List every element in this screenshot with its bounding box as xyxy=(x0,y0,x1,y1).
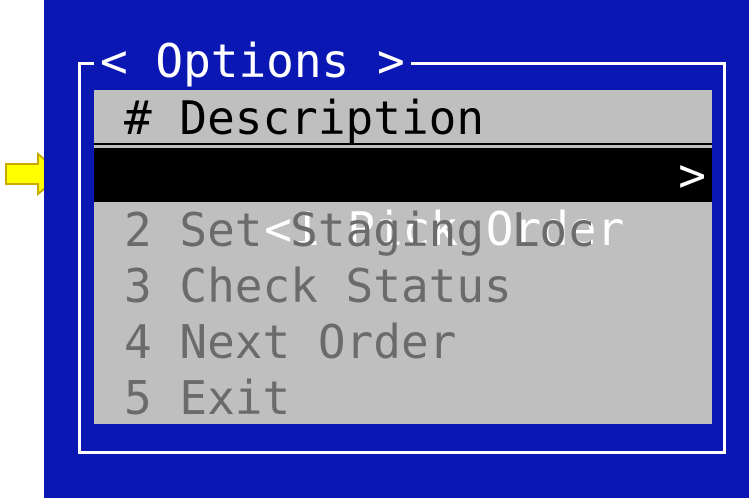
menu-item-exit[interactable]: 5 Exit xyxy=(94,370,712,426)
menu-item-pick-order[interactable]: <1 Pick Order > xyxy=(94,148,712,256)
selection-end-marker: > xyxy=(678,148,706,202)
menu-item-next-order[interactable]: 4 Next Order xyxy=(94,314,712,370)
list-header: # Description xyxy=(124,91,485,145)
stage: < Options > # Description <1 Pick Order … xyxy=(0,0,749,498)
options-list: # Description <1 Pick Order > 2 Set Stag… xyxy=(94,90,712,426)
options-title: < Options > xyxy=(94,36,411,86)
menu-item-set-staging-loc[interactable]: 2 Set Staging Loc xyxy=(94,202,712,258)
menu-item-check-status[interactable]: 3 Check Status xyxy=(94,258,712,314)
header-divider xyxy=(94,143,712,145)
